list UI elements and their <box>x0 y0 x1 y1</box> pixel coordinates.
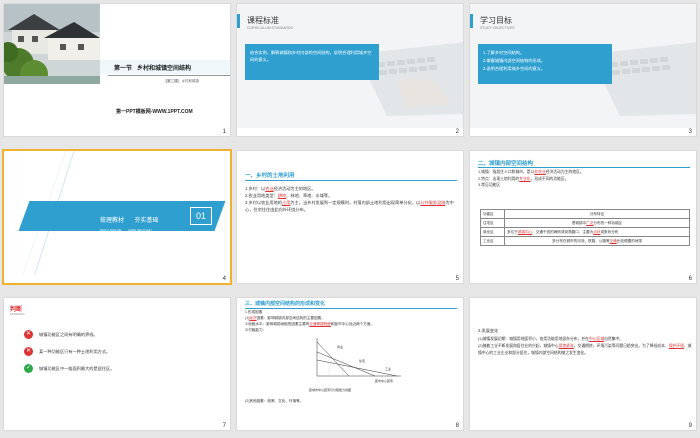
slide-thumbnail-5[interactable]: 一、乡村的土地利用 1.乡村：以农业经济活动为主的地区。 2.农业用地类型：耕地… <box>236 150 464 284</box>
content-line: 1.乡村：以农业经济活动为主的地区。 <box>245 186 316 191</box>
subtitle-tail: 乡村和城镇 <box>181 79 199 83</box>
table-row: 住宅区 是城镇中广泛分布的一种功能区 <box>480 218 690 228</box>
heading-bar <box>470 14 473 28</box>
judge-item: ✕ 城镇功能区之间有明确的界线。 <box>24 330 98 339</box>
slide-heading-en: PANDUAN <box>10 312 25 316</box>
judge-item: ✓ 城镇功能区中一般面积最大的是居住区。 <box>24 364 114 373</box>
table-row: 商业区 多位于城镇中心、交通干线的两侧或街角路口，主要为点状或条状分布 <box>480 227 690 237</box>
table-row: 工业区 多分布在城市的河流、铁路、公路等交通比较便捷的地带 <box>480 236 690 246</box>
slide-thumbnail-3[interactable]: 学习目标 STUDY OBJECTIVES 1.了解乡村空间结构。 2.掌握城镇… <box>469 3 697 137</box>
slide-heading: 二、城镇内部空间结构 <box>478 161 534 167</box>
heading-bar <box>237 14 240 28</box>
slide-heading: 学习目标 <box>480 16 512 25</box>
banner-left-text: 梳理教材 <box>100 218 125 224</box>
slide-number: 7 <box>222 423 226 429</box>
lesson-title: 乡村和城镇空间结构 <box>137 66 192 72</box>
banner-right-text: 夯实基础 <box>134 218 159 224</box>
standard-text: 结合实例，解释城镇和乡村内部的空间结构，说明合理利用城乡空间的意义。 <box>250 50 372 62</box>
content-text: 1.乡村：以农业经济活动为主的地区。 2.农业用地类型：耕地、林地、草地、水域等… <box>245 185 457 213</box>
slide-heading: 一、乡村的土地利用 <box>245 173 295 179</box>
title-underline <box>108 75 230 76</box>
objective-item: 1.了解乡村空间结构。 <box>483 50 525 55</box>
section-label: 第一节 <box>114 66 133 72</box>
table-header-row: 功能区 分布特征 <box>480 209 690 219</box>
slide-number: 1 <box>222 129 226 135</box>
slide-heading-en: STUDY OBJECTIVES <box>480 26 515 30</box>
heading-underline <box>478 167 690 168</box>
slide-number: 8 <box>455 423 459 429</box>
chart-caption: 距城市中心距离与付租能力线图 <box>309 388 352 392</box>
judge-text: 某一种功能区只有一种土地利用方式。 <box>39 348 111 354</box>
commerce-label: 商业 <box>337 344 343 349</box>
x-axis-label: 距市中心距离 <box>375 378 393 383</box>
content-line: (1)城镇发展初期：城镇用地面积小，各类功能用地混杂分布，并在中心区域自然集中。 <box>478 337 624 341</box>
slide-heading: 2.发展变化 <box>478 328 499 333</box>
banner-right-pinyin: HANG SHI JI CHU <box>128 228 152 232</box>
section-title: 第一节 乡村和城镇空间结构 <box>114 63 191 72</box>
slide-thumbnail-4[interactable]: 梳理教材 夯实基础 SHU LI JIAO CAI HANG SHI JI CH… <box>2 149 232 285</box>
function-zone-table: 功能区 分布特征 住宅区 是城镇中广泛分布的一种功能区 商业区 多位于城镇中心、交通干… <box>480 209 690 246</box>
slide-heading: 三、城镇内部空间结构的形成和变化 <box>245 301 326 307</box>
objective-item: 3.说明合理利用城乡空间的意义。 <box>483 66 546 71</box>
slide-thumbnail-8[interactable]: 三、城镇内部空间结构的形成和变化 1.形成因素 (1)经济因素：影响城镇内部空间… <box>236 297 464 431</box>
commerce-curve <box>316 341 350 377</box>
judge-text: 城镇功能区中一般面积最大的是居住区。 <box>39 365 115 371</box>
content-text: 1.城镇：指居住人口和城市，是以非农业经济活动为主的地区。 2.特点：出现土地利… <box>478 169 690 189</box>
residence-curve <box>316 351 376 377</box>
slide-number: 4 <box>222 276 226 282</box>
content-line: 3.常见功能区 <box>478 183 501 187</box>
website-text: 第一PPT模板网-WWW.1PPT.COM <box>116 109 193 115</box>
slide-number: 5 <box>455 276 459 282</box>
slide-thumbnail-1[interactable]: 第一节 乡村和城镇空间结构 [第二课] 乡村和城镇 第一PPT模板网-WWW.1… <box>3 3 231 137</box>
section-number-badge: 01 <box>190 207 212 225</box>
wrong-icon: ✕ <box>24 347 33 356</box>
content-text: (1)城镇发展初期：城镇用地面积小，各类功能用地混杂分布，并在中心区域自然集中。… <box>478 336 692 357</box>
judge-item: ✕ 某一种功能区只有一种土地利用方式。 <box>24 347 110 356</box>
wrong-icon: ✕ <box>24 330 33 339</box>
heading-underline <box>245 180 457 181</box>
slide-number: 6 <box>688 276 692 282</box>
content-text: 1.形成因素 (1)经济因素：影响城镇内部空间结构的主要因素。 ①地租水平：影响… <box>245 309 457 333</box>
banner-left-pinyin: SHU LI JIAO CAI <box>100 228 122 232</box>
slide-thumbnail-2[interactable]: 课程标准 CURRICULUM STANDARDS 结合实例，解释城镇和乡村内部… <box>236 3 464 137</box>
content-line: 3.乡村以农业用地的占用为主。当乡村发展到一定规模时，村落内部土地利用出现简单分… <box>245 200 454 212</box>
objective-item: 2.掌握城镇内部空间结构的形成。 <box>483 58 546 63</box>
slide-number: 9 <box>688 423 692 429</box>
residence-label: 住宅 <box>359 358 365 363</box>
standard-box: 结合实例，解释城镇和乡村内部的空间结构，说明合理利用城乡空间的意义。 <box>245 44 379 80</box>
content-line: (2)随着工业不断发展和居住业的兴起，城镇中心用地紧张，交通拥挤，环境污染等问题… <box>478 344 692 355</box>
industry-label: 工业 <box>385 366 391 371</box>
slide-heading-en: CURRICULUM STANDARDS <box>247 26 293 30</box>
slide-thumbnail-7[interactable]: 判断 PANDUAN ✕ 城镇功能区之间有明确的界线。 ✕ 某一种功能区只有一种… <box>3 297 231 431</box>
slide-thumbnail-9[interactable]: 2.发展变化 (1)城镇发展初期：城镇用地面积小，各类功能用地混杂分布，并在中心… <box>469 297 697 431</box>
slide-thumbnail-6[interactable]: 二、城镇内部空间结构 1.城镇：指居住人口和城市，是以非农业经济活动为主的地区。… <box>469 150 697 284</box>
slide-number: 2 <box>455 129 459 135</box>
check-icon: ✓ <box>24 364 33 373</box>
judge-text: 城镇功能区之间有明确的界线。 <box>39 331 98 337</box>
rent-curve-chart: 商业 住宅 工业 距市中心距离 <box>316 338 401 383</box>
other-factors-text: (2)其他因素：政策、文化、环境等。 <box>245 399 304 403</box>
slide-heading: 课程标准 <box>247 16 279 25</box>
subtitle-badge: [第二课] <box>164 79 181 83</box>
slide-number: 3 <box>688 129 692 135</box>
objectives-box: 1.了解乡村空间结构。 2.掌握城镇内部空间结构的形成。 3.说明合理利用城乡空… <box>478 44 612 84</box>
content-line: ②付租能力： <box>245 328 267 332</box>
village-photo <box>4 4 100 84</box>
content-line: 2.农业用地类型：耕地、林地、草地、水域等。 <box>245 193 333 198</box>
